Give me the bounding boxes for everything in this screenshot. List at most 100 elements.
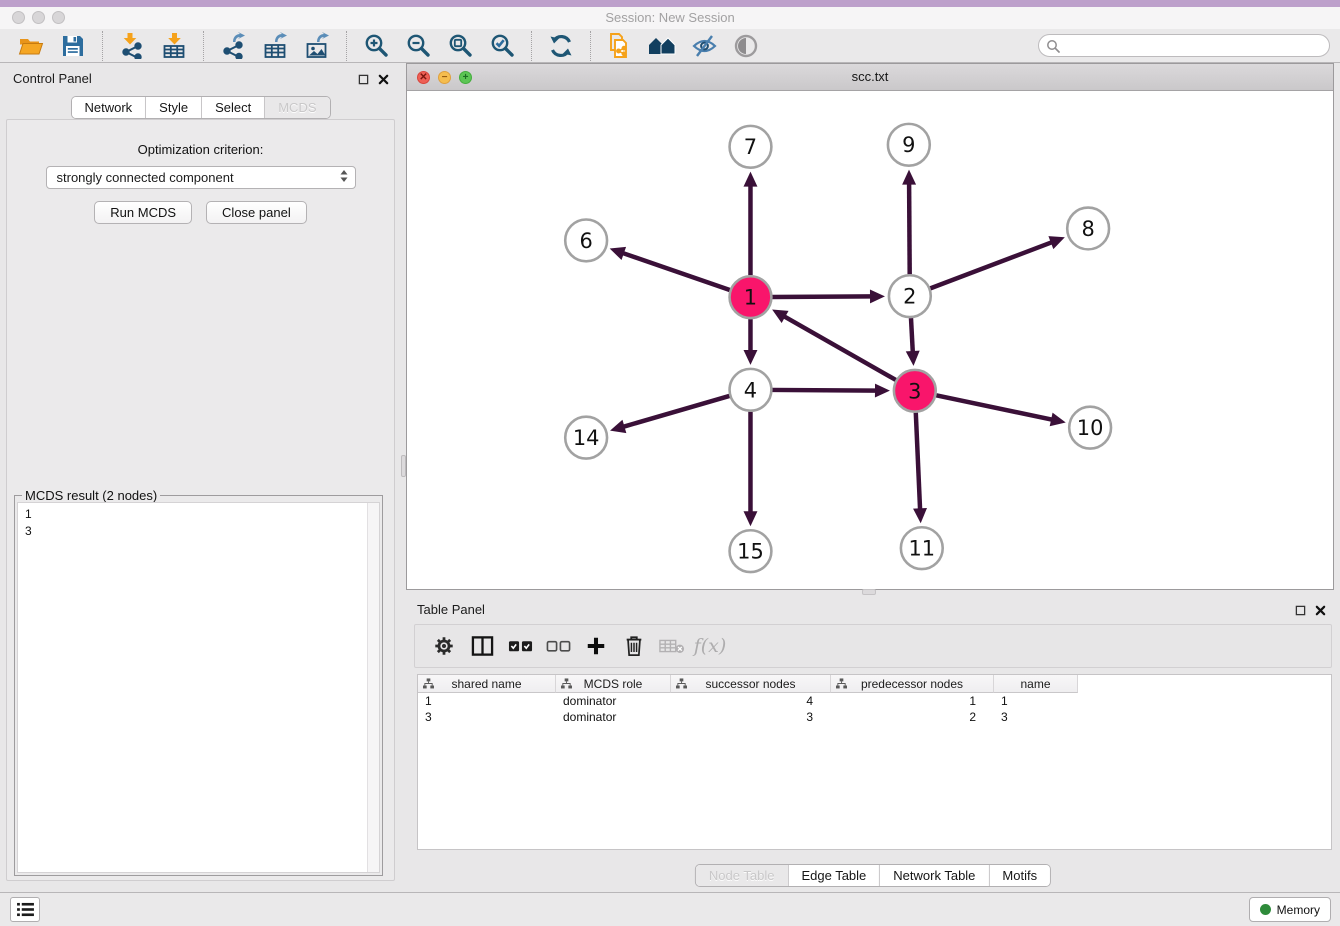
node-table: shared nameMCDS rolesuccessor nodesprede… bbox=[417, 674, 1332, 850]
save-session-icon[interactable] bbox=[58, 31, 88, 61]
column-header-name[interactable]: name bbox=[994, 675, 1078, 693]
mcds-result-list[interactable]: 13 bbox=[17, 502, 380, 873]
task-history-button[interactable] bbox=[10, 897, 40, 922]
optimization-dropdown[interactable]: strongly connected component bbox=[46, 166, 356, 189]
status-bar: Memory bbox=[0, 892, 1340, 926]
edge-2-9[interactable] bbox=[909, 182, 910, 275]
home-icon[interactable] bbox=[647, 31, 677, 61]
edge-arrowhead bbox=[610, 420, 626, 433]
node-label-2: 2 bbox=[903, 285, 916, 309]
select-all-icon[interactable] bbox=[503, 630, 537, 662]
tab-style[interactable]: Style bbox=[145, 97, 201, 118]
window-title: Session: New Session bbox=[0, 10, 1340, 25]
horizontal-splitter-grip[interactable] bbox=[862, 589, 876, 595]
tab-edge-table[interactable]: Edge Table bbox=[787, 865, 879, 886]
function-builder-icon[interactable]: f(x) bbox=[693, 630, 727, 662]
optimization-criterion-label: Optimization criterion: bbox=[7, 142, 394, 157]
edge-arrowhead bbox=[870, 289, 885, 303]
edge-3-11[interactable] bbox=[916, 413, 920, 512]
delete-table-icon[interactable] bbox=[655, 630, 689, 662]
delete-icon[interactable] bbox=[617, 630, 651, 662]
search-box[interactable] bbox=[1038, 34, 1330, 57]
tab-network[interactable]: Network bbox=[71, 97, 145, 118]
column-header-successor-nodes[interactable]: successor nodes bbox=[671, 675, 831, 693]
close-panel-icon[interactable] bbox=[1315, 603, 1326, 621]
result-scrollbar[interactable] bbox=[367, 503, 379, 872]
add-icon[interactable] bbox=[579, 630, 613, 662]
tab-motifs[interactable]: Motifs bbox=[988, 865, 1050, 886]
table-panel-title: Table Panel bbox=[417, 602, 485, 617]
mcds-result-group: MCDS result (2 nodes) 13 bbox=[14, 495, 383, 876]
run-mcds-button[interactable]: Run MCDS bbox=[94, 201, 192, 224]
application-window: Session: New Session bbox=[0, 0, 1340, 926]
table-row[interactable]: 3dominator323 bbox=[418, 709, 1331, 725]
edge-arrowhead bbox=[902, 170, 916, 185]
edge-1-6[interactable] bbox=[621, 252, 730, 290]
table-cell: 3 bbox=[994, 709, 1078, 725]
tab-select[interactable]: Select bbox=[201, 97, 264, 118]
mcds-result-item: 1 bbox=[18, 503, 379, 523]
memory-button[interactable]: Memory bbox=[1249, 897, 1331, 922]
edge-arrowhead bbox=[906, 351, 920, 366]
network-document-icon[interactable] bbox=[605, 31, 635, 61]
node-label-15: 15 bbox=[737, 540, 764, 564]
column-header-mcds-role[interactable]: MCDS role bbox=[556, 675, 671, 693]
mcds-panel: Optimization criterion: strongly connect… bbox=[6, 119, 395, 881]
memory-status-dot bbox=[1260, 904, 1271, 915]
node-label-7: 7 bbox=[744, 135, 757, 159]
float-panel-icon[interactable] bbox=[358, 72, 369, 90]
toolbar-separator bbox=[590, 31, 591, 61]
table-toolbar: f(x) bbox=[414, 624, 1332, 668]
zoom-out-icon[interactable] bbox=[403, 31, 433, 61]
network-window-title: scc.txt bbox=[407, 69, 1333, 84]
node-label-11: 11 bbox=[908, 537, 935, 561]
network-window-titlebar[interactable]: ✕ − + scc.txt bbox=[407, 64, 1333, 91]
edge-3-1[interactable] bbox=[783, 315, 896, 380]
float-panel-icon[interactable] bbox=[1295, 603, 1306, 621]
edge-2-8[interactable] bbox=[930, 242, 1053, 289]
edge-2-3[interactable] bbox=[911, 318, 913, 354]
node-label-9: 9 bbox=[902, 133, 915, 157]
export-table-icon[interactable] bbox=[260, 31, 290, 61]
edge-arrowhead bbox=[744, 511, 758, 526]
import-network-icon[interactable] bbox=[117, 31, 147, 61]
deselect-all-icon[interactable] bbox=[541, 630, 575, 662]
export-image-icon[interactable] bbox=[302, 31, 332, 61]
close-panel-button[interactable]: Close panel bbox=[206, 201, 307, 224]
export-network-icon[interactable] bbox=[218, 31, 248, 61]
optimization-dropdown-value: strongly connected component bbox=[57, 170, 339, 185]
chevron-updown-icon bbox=[339, 169, 349, 186]
edge-1-2[interactable] bbox=[772, 296, 873, 297]
edge-3-10[interactable] bbox=[936, 395, 1054, 420]
close-panel-icon[interactable] bbox=[378, 72, 389, 90]
import-table-icon[interactable] bbox=[159, 31, 189, 61]
zoom-in-icon[interactable] bbox=[361, 31, 391, 61]
gear-icon[interactable] bbox=[427, 630, 461, 662]
column-header-predecessor-nodes[interactable]: predecessor nodes bbox=[831, 675, 994, 693]
node-label-10: 10 bbox=[1077, 416, 1104, 440]
column-header-shared-name[interactable]: shared name bbox=[418, 675, 556, 693]
list-icon bbox=[16, 902, 35, 917]
table-cell: 1 bbox=[994, 693, 1078, 709]
hide-details-icon[interactable] bbox=[689, 31, 719, 61]
edge-arrowhead bbox=[875, 384, 890, 398]
search-input[interactable] bbox=[1065, 39, 1329, 53]
control-panel: Control Panel NetworkStyleSelectMCDS Opt… bbox=[0, 63, 401, 891]
edge-4-14[interactable] bbox=[622, 396, 730, 427]
memory-label: Memory bbox=[1277, 903, 1320, 917]
network-canvas[interactable]: 7968124314101511 bbox=[407, 91, 1333, 589]
edge-4-3[interactable] bbox=[772, 390, 878, 391]
split-view-icon[interactable] bbox=[465, 630, 499, 662]
tab-network-table[interactable]: Network Table bbox=[879, 865, 988, 886]
zoom-selected-icon[interactable] bbox=[487, 31, 517, 61]
window-accent-strip bbox=[0, 0, 1340, 7]
zoom-fit-icon[interactable] bbox=[445, 31, 475, 61]
node-label-3: 3 bbox=[908, 379, 921, 403]
birdseye-view-icon[interactable] bbox=[731, 31, 761, 61]
table-row[interactable]: 1dominator411 bbox=[418, 693, 1331, 709]
apply-layout-icon[interactable] bbox=[546, 31, 576, 61]
toolbar-separator bbox=[531, 31, 532, 61]
tab-node-table[interactable]: Node Table bbox=[696, 865, 788, 886]
tab-mcds[interactable]: MCDS bbox=[264, 97, 329, 118]
open-file-icon[interactable] bbox=[16, 31, 46, 61]
